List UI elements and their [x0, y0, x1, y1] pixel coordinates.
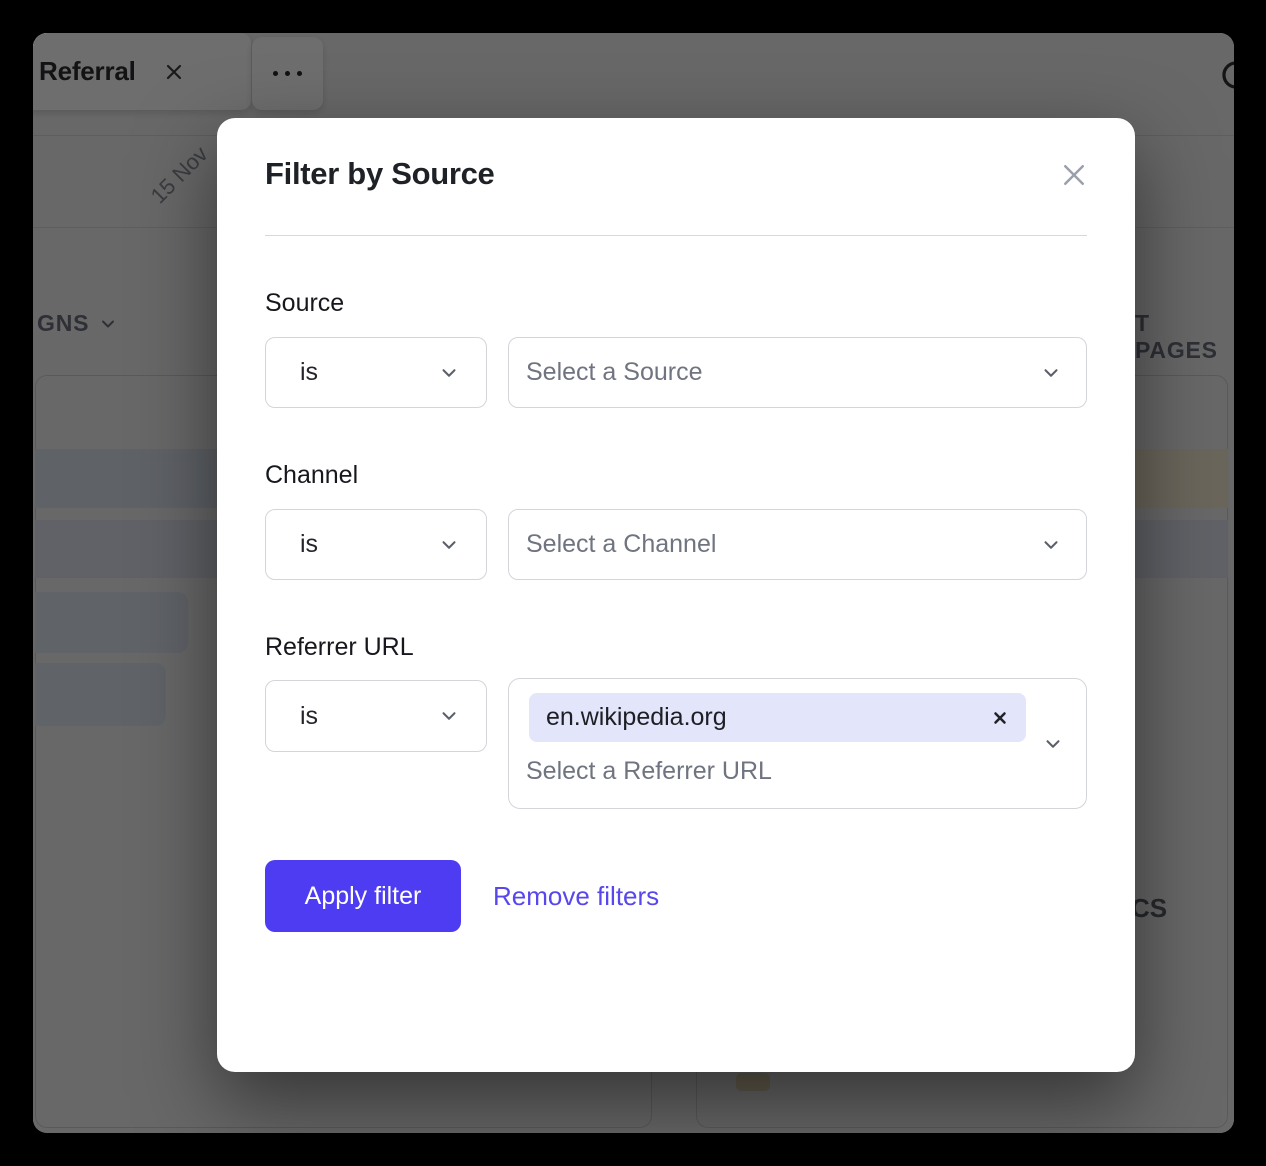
screen: Referral 15 Nov GNS T PAGES	[0, 0, 1266, 1166]
chevron-down-icon	[438, 534, 460, 556]
chevron-down-icon	[438, 362, 460, 384]
chevron-down-icon	[1040, 362, 1062, 384]
source-value-select[interactable]: Select a Source	[508, 337, 1087, 408]
filter-modal: Filter by Source Source is Select a Sour…	[217, 118, 1135, 1072]
chevron-down-icon	[1042, 733, 1064, 755]
source-label: Source	[265, 289, 344, 318]
divider	[265, 235, 1087, 236]
modal-title: Filter by Source	[265, 156, 495, 192]
apply-filter-button[interactable]: Apply filter	[265, 860, 461, 932]
chevron-down-icon	[1040, 534, 1062, 556]
channel-operator-select[interactable]: is	[265, 509, 487, 580]
channel-label: Channel	[265, 461, 358, 490]
remove-tag-icon[interactable]	[991, 709, 1009, 727]
channel-value-select[interactable]: Select a Channel	[508, 509, 1087, 580]
chevron-down-icon	[438, 705, 460, 727]
referrer-operator-select[interactable]: is	[265, 680, 487, 752]
referrer-placeholder: Select a Referrer URL	[526, 757, 772, 786]
close-icon[interactable]	[1059, 160, 1089, 190]
source-operator-select[interactable]: is	[265, 337, 487, 408]
selected-value-tag: en.wikipedia.org	[529, 693, 1026, 742]
referrer-value-multiselect[interactable]: en.wikipedia.org Select a Referrer URL	[508, 678, 1087, 809]
remove-filters-link[interactable]: Remove filters	[493, 860, 659, 932]
selected-value-text: en.wikipedia.org	[546, 703, 991, 732]
referrer-url-label: Referrer URL	[265, 633, 414, 662]
